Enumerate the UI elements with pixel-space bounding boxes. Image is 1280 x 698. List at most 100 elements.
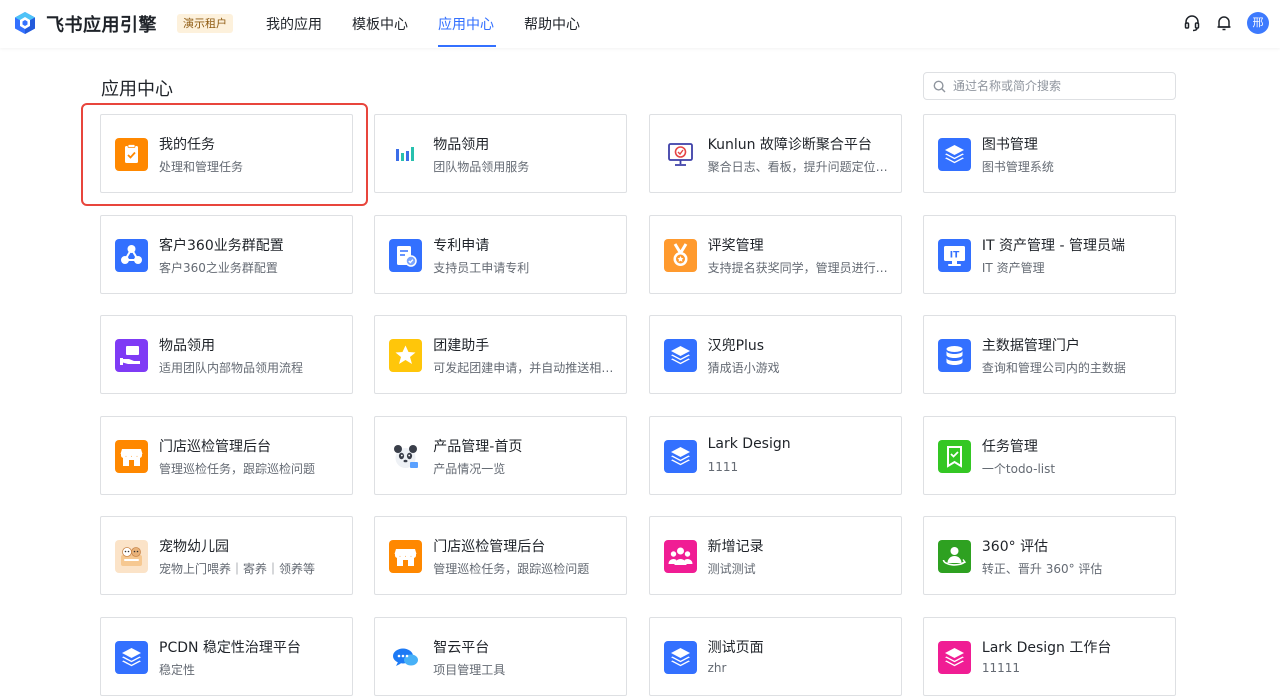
document-check-icon — [389, 238, 423, 272]
hand-box-icon — [115, 339, 148, 372]
app-card[interactable]: 专利申请支持员工申请专利 — [374, 214, 628, 294]
app-grid: 我的任务 处理和管理任务 物品领用 团队物品领用服务 Kunlun 故障诊断聚合平台聚合… — [100, 114, 1177, 696]
pet-icon — [115, 540, 148, 573]
app-card-description: 聚合日志、看板，提升问题定位效率 — [707, 160, 891, 174]
people-icon — [663, 540, 697, 573]
app-card-description: 1111 — [707, 459, 739, 474]
app-card[interactable]: 主数据管理门户查询和管理公司内的主数据 — [922, 315, 1176, 394]
app-card-description: 支持提名获奖同学，管理员进行评审 — [707, 260, 891, 275]
app-card-description: 产品情况一览 — [433, 461, 506, 476]
app-card[interactable]: 测试页面 zhr — [648, 616, 902, 696]
layers-icon — [937, 138, 971, 171]
app-card-description: 可发起团建申请，并自动推送相关信息 — [433, 361, 616, 375]
person-cycle-icon — [937, 540, 971, 573]
active-nav-indicator — [438, 45, 496, 47]
app-card-title: 专利申请 — [433, 237, 490, 254]
app-card-description: 客户360之业务群配置 — [159, 260, 278, 275]
app-card-title: 我的任务 — [159, 137, 215, 153]
page-title: 应用中心 — [101, 79, 173, 100]
nav-app-center[interactable]: 应用中心 — [438, 14, 494, 34]
app-card-description: 图书管理系统 — [981, 160, 1054, 174]
app-card-description: 宠物上门喂养｜寄养｜领养等 — [159, 562, 316, 576]
app-card-title: 宠物幼儿园 — [159, 539, 229, 555]
app-card-title: 物品领用 — [159, 338, 215, 354]
monitor-icon — [663, 138, 697, 171]
app-card[interactable]: IT IT 资产管理 - 管理员端 IT 资产管理 — [922, 214, 1176, 294]
nav-template-center[interactable]: 模板中心 — [352, 14, 408, 34]
app-card[interactable]: 智云平台项目管理工具 — [374, 616, 628, 696]
app-card[interactable]: 物品领用适用团队内部物品领用流程 — [100, 315, 353, 394]
app-card-title: 任务管理 — [981, 438, 1038, 455]
app-card[interactable]: 图书管理图书管理系统 — [922, 114, 1176, 193]
chat-cloud-icon — [389, 640, 423, 674]
app-card-title: 智云平台 — [433, 639, 490, 656]
user-avatar[interactable]: 邢 — [1247, 12, 1269, 34]
app-card-title: 测试页面 — [707, 639, 764, 656]
app-card-description: 管理巡检任务，跟踪巡检问题 — [159, 461, 316, 476]
it-monitor-icon: IT — [937, 238, 971, 272]
app-card[interactable]: 我的任务 处理和管理任务 — [100, 114, 353, 193]
app-card-title: 门店巡检管理后台 — [159, 438, 271, 455]
app-card-title: Kunlun 故障诊断聚合平台 — [707, 137, 872, 153]
bar-chart-icon — [389, 138, 423, 171]
app-card-title: 门店巡检管理后台 — [433, 539, 546, 555]
app-card-description: 转正、晋升 360° 评估 — [981, 562, 1103, 576]
app-card[interactable]: 客户360业务群配置 客户360之业务群配置 — [100, 214, 353, 294]
svg-text:IT: IT — [950, 250, 960, 260]
database-icon — [937, 339, 971, 372]
app-card-title: 主数据管理门户 — [981, 338, 1080, 354]
tenant-badge: 演示租户 — [177, 14, 233, 33]
headset-icon[interactable] — [1183, 14, 1201, 32]
app-card[interactable]: Kunlun 故障诊断聚合平台聚合日志、看板，提升问题定位效率 — [648, 114, 902, 193]
search-box[interactable] — [923, 72, 1176, 100]
app-card[interactable]: 产品管理-首页 产品情况一览 — [374, 415, 628, 495]
app-card[interactable]: 汉兜Plus 猜成语小游戏 — [648, 315, 902, 394]
search-input[interactable] — [953, 79, 1163, 93]
app-card[interactable]: 团建助手可发起团建申请，并自动推送相关信息 — [374, 315, 628, 394]
app-card[interactable]: PCDN 稳定性治理平台 稳定性 — [100, 616, 353, 696]
bell-icon[interactable] — [1215, 14, 1233, 32]
panda-icon — [389, 439, 423, 473]
app-card-title: IT 资产管理 - 管理员端 — [981, 237, 1125, 254]
app-card[interactable]: 评奖管理支持提名获奖同学，管理员进行评审 — [648, 214, 902, 294]
top-bar: 飞书应用引擎 演示租户 我的应用 模板中心 应用中心 帮助中心 邢 — [0, 0, 1280, 48]
app-card-description: 查询和管理公司内的主数据 — [981, 361, 1126, 375]
app-card-description: 猜成语小游戏 — [707, 361, 780, 375]
app-card[interactable]: 门店巡检管理后台管理巡检任务，跟踪巡检问题 — [100, 415, 353, 495]
app-card-title: 图书管理 — [981, 137, 1038, 153]
app-card-description: 测试测试 — [707, 562, 756, 576]
app-card-title: 360° 评估 — [981, 539, 1049, 555]
star-icon — [389, 339, 423, 372]
layers-icon — [115, 640, 148, 674]
app-card-description: 11111 — [981, 660, 1021, 675]
app-card-title: Lark Design — [707, 435, 791, 452]
app-card[interactable]: 360° 评估转正、晋升 360° 评估 — [922, 516, 1176, 595]
app-card-title: 产品管理-首页 — [433, 438, 523, 455]
brand-title[interactable]: 飞书应用引擎 — [46, 11, 157, 37]
app-card[interactable]: Lark Design 工作台 11111 — [922, 616, 1176, 696]
app-card-title: Lark Design 工作台 — [981, 639, 1112, 656]
layers-icon — [663, 339, 697, 372]
app-card-description: 稳定性 — [159, 662, 196, 677]
app-card[interactable]: 门店巡检管理后台管理巡检任务，跟踪巡检问题 — [374, 516, 628, 595]
app-card-description: 管理巡检任务，跟踪巡检问题 — [433, 562, 590, 576]
app-card[interactable]: 新增记录 测试测试 — [648, 516, 902, 595]
app-card-description: 项目管理工具 — [433, 662, 506, 677]
app-card-title: PCDN 稳定性治理平台 — [159, 639, 301, 656]
app-card[interactable]: Lark Design 1111 — [648, 415, 902, 495]
app-card[interactable]: 物品领用 团队物品领用服务 — [374, 114, 628, 193]
app-card-title: 客户360业务群配置 — [159, 237, 284, 254]
app-card-description: 支持员工申请专利 — [433, 260, 530, 275]
app-card-title: 新增记录 — [707, 539, 764, 555]
app-card-description: 一个todo-list — [981, 461, 1056, 476]
app-engine-logo-icon[interactable] — [13, 11, 37, 35]
medal-icon — [663, 238, 697, 272]
app-card-description: 适用团队内部物品领用流程 — [159, 361, 304, 375]
app-card[interactable]: 宠物幼儿园宠物上门喂养｜寄养｜领养等 — [100, 516, 353, 595]
app-card-description: IT 资产管理 — [981, 260, 1045, 275]
nav-help-center[interactable]: 帮助中心 — [524, 14, 580, 34]
layers-icon — [663, 640, 697, 674]
app-card[interactable]: 任务管理一个todo-list — [922, 415, 1176, 495]
nav-my-apps[interactable]: 我的应用 — [266, 14, 322, 34]
app-card-title: 评奖管理 — [707, 237, 764, 254]
